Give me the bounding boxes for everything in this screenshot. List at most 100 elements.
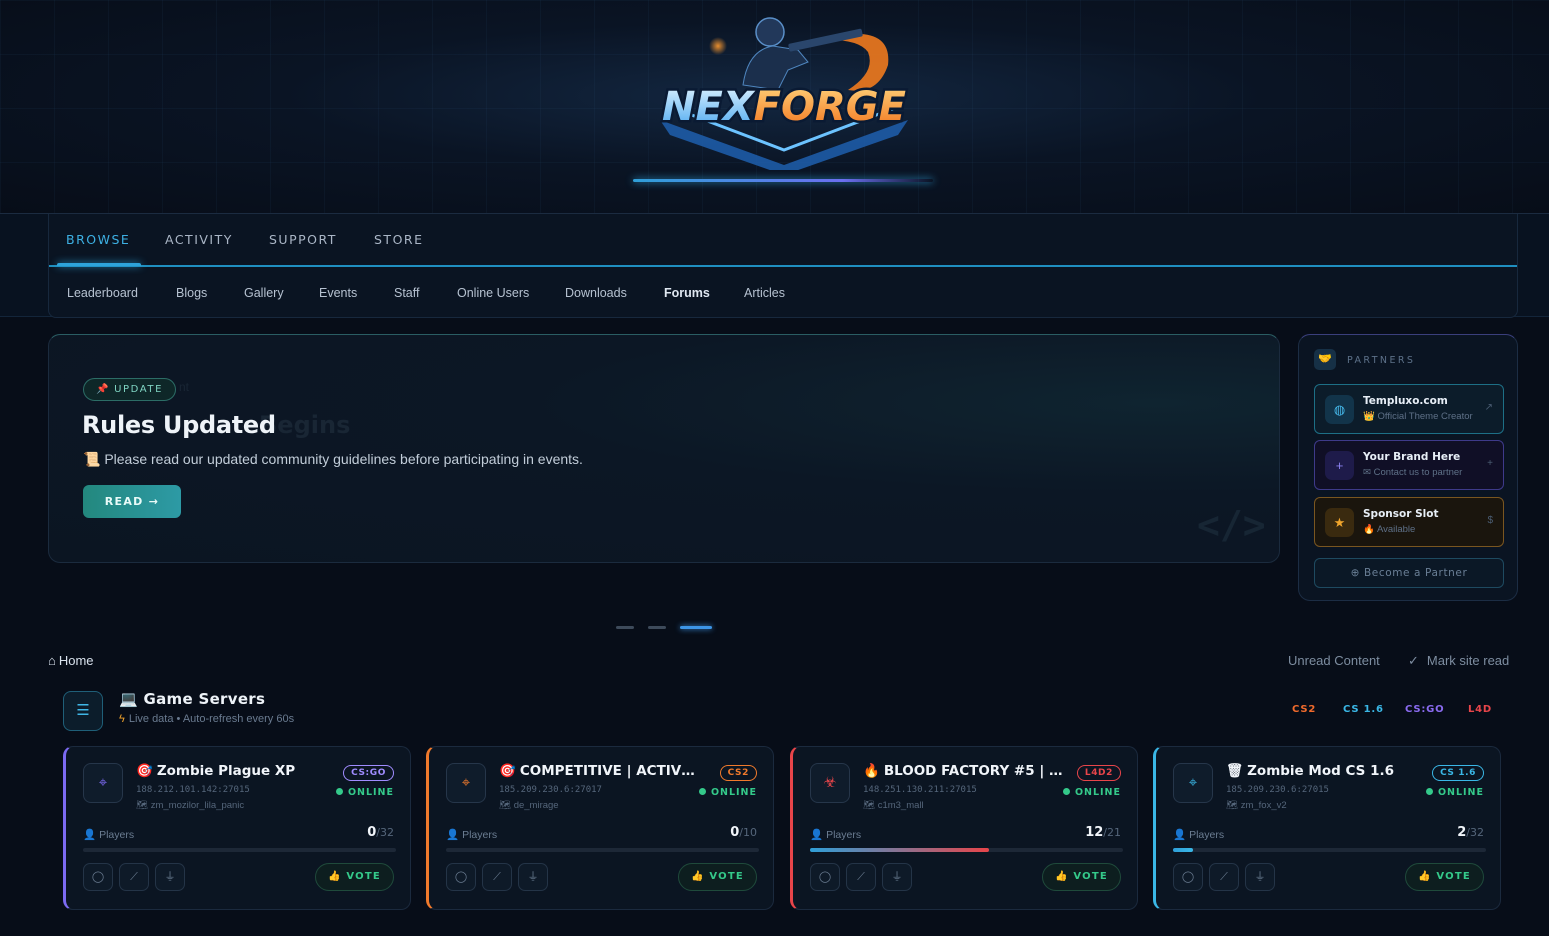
- partner-card-your-brand[interactable]: + Your Brand Here ✉ Contact us to partne…: [1314, 440, 1504, 490]
- vote-button[interactable]: 👍 VOTE: [678, 863, 757, 891]
- nexforge-logo[interactable]: NEXFORGE: [648, 10, 920, 170]
- map-icon: 🗺: [863, 800, 878, 811]
- chart-icon[interactable]: ⟋: [482, 863, 512, 891]
- server-name: 🎯COMPETITIVE | ACTIVE PLAYERS: [499, 763, 699, 779]
- user-icon: 👤: [446, 829, 460, 841]
- nav-online-users[interactable]: Online Users: [457, 286, 529, 300]
- tab-activity[interactable]: ACTIVITY: [165, 232, 233, 247]
- hero-header: NEXFORGE: [0, 0, 1549, 214]
- unread-content-link[interactable]: Unread Content: [1288, 653, 1380, 668]
- nav-blogs[interactable]: Blogs: [176, 286, 207, 300]
- player-count: 2/32: [1457, 825, 1484, 840]
- player-progress-bar: [1173, 848, 1486, 852]
- svg-text:NEXFORGE: NEXFORGE: [662, 84, 906, 130]
- partner-subtitle: 👑 Official Theme Creator: [1363, 411, 1473, 422]
- thumbs-up-icon: 👍: [691, 871, 710, 882]
- partner-name: Sponsor Slot: [1363, 508, 1439, 520]
- player-count: 12/21: [1085, 825, 1121, 840]
- mark-site-read-link[interactable]: ✓ Mark site read: [1408, 653, 1509, 669]
- logo-underline: [633, 179, 933, 182]
- vote-button[interactable]: 👍 VOTE: [315, 863, 394, 891]
- game-icon: ☣: [810, 763, 850, 803]
- tab-browse[interactable]: BROWSE: [66, 232, 130, 247]
- map-icon: 🗺: [499, 800, 514, 811]
- arrow-right-icon: →: [148, 495, 160, 508]
- vote-button[interactable]: 👍 VOTE: [1042, 863, 1121, 891]
- server-map: 🗺 c1m3_mall: [863, 800, 924, 811]
- slide-dot[interactable]: [616, 626, 634, 629]
- nav-staff[interactable]: Staff: [394, 286, 419, 300]
- vote-button[interactable]: 👍 VOTE: [1405, 863, 1484, 891]
- plug-icon[interactable]: ⏚: [518, 863, 548, 891]
- chat-icon[interactable]: ◯: [83, 863, 113, 891]
- read-button[interactable]: READ →: [83, 485, 181, 518]
- status-online: ONLINE: [1425, 787, 1484, 798]
- server-ip[interactable]: 188.212.101.142:27015: [136, 785, 250, 795]
- player-count: 0/10: [730, 825, 757, 840]
- user-icon: 👤: [83, 829, 97, 841]
- thumbs-up-icon: 👍: [1418, 871, 1437, 882]
- nav-forums[interactable]: Forums: [664, 286, 710, 300]
- plug-icon[interactable]: ⏚: [1245, 863, 1275, 891]
- chat-icon[interactable]: ◯: [446, 863, 476, 891]
- game-badge: CS 1.6: [1432, 765, 1484, 781]
- update-pill: 📌 UPDATE: [83, 378, 177, 401]
- player-progress-fill: [810, 848, 989, 852]
- filter-l4d[interactable]: L4D: [1468, 704, 1492, 715]
- status-online: ONLINE: [698, 787, 757, 798]
- chart-icon[interactable]: ⟋: [846, 863, 876, 891]
- filter-cs16[interactable]: CS 1.6: [1343, 704, 1384, 715]
- banner-description: 📜 Please read our updated community guid…: [83, 451, 583, 467]
- slide-dot[interactable]: [648, 626, 666, 629]
- server-card[interactable]: ⌖ 🗑 Zombie Mod CS 1.6 185.209.230.6:27015 🗺 …: [1153, 746, 1501, 910]
- server-map: 🗺 zm_fox_v2: [1226, 800, 1287, 811]
- server-ip[interactable]: 148.251.130.211:27015: [863, 785, 977, 795]
- banner-title: Rules Updated: [82, 411, 276, 439]
- map-icon: 🗺: [136, 800, 151, 811]
- game-icon: ⌖: [446, 763, 486, 803]
- chart-icon[interactable]: ⟋: [1209, 863, 1239, 891]
- player-progress-bar: [83, 848, 396, 852]
- chat-icon[interactable]: ◯: [810, 863, 840, 891]
- server-ip[interactable]: 185.209.230.6:27015: [1226, 785, 1329, 795]
- slide-dot-active[interactable]: [680, 626, 712, 629]
- partner-card-sponsor[interactable]: ★ Sponsor Slot 🔥 Available $: [1314, 497, 1504, 547]
- breadcrumb[interactable]: ⌂ Home: [48, 653, 94, 668]
- tab-support[interactable]: SUPPORT: [269, 232, 337, 247]
- game-icon: ⌖: [83, 763, 123, 803]
- server-name: 🔥BLOOD FACTORY #5 | SURVIVAL: [863, 763, 1063, 779]
- player-progress-fill: [1173, 848, 1193, 852]
- become-partner-button[interactable]: ⊕ Become a Partner: [1314, 558, 1504, 588]
- server-card[interactable]: ⌖ 🎯 Zombie Plague XP 188.212.101.142:27015 🗺…: [63, 746, 411, 910]
- player-progress-bar: [810, 848, 1123, 852]
- status-dot: [698, 788, 706, 795]
- chart-icon[interactable]: ⟋: [119, 863, 149, 891]
- server-card[interactable]: ☣ 🔥BLOOD FACTORY #5 | SURVIVAL 148.251.130…: [790, 746, 1138, 910]
- thumbs-up-icon: 👍: [328, 871, 347, 882]
- nav-downloads[interactable]: Downloads: [565, 286, 627, 300]
- partners-heading: PARTNERS: [1347, 355, 1416, 366]
- nav-gallery[interactable]: Gallery: [244, 286, 284, 300]
- partner-card-templuxo[interactable]: ◍ Templuxo.com 👑 Official Theme Creator …: [1314, 384, 1504, 434]
- server-ip[interactable]: 185.209.230.6:27017: [499, 785, 602, 795]
- filter-cs2[interactable]: CS2: [1292, 704, 1316, 715]
- plus-small-icon: +: [1487, 458, 1493, 469]
- filter-csgo[interactable]: CS:GO: [1405, 704, 1444, 715]
- partner-subtitle: ✉ Contact us to partner: [1363, 467, 1463, 478]
- chat-icon[interactable]: ◯: [1173, 863, 1203, 891]
- fading-slide-text: nt: [179, 380, 190, 394]
- game-icon: ⌖: [1173, 763, 1213, 803]
- thumbs-up-icon: 👍: [1055, 871, 1074, 882]
- server-card[interactable]: ⌖ 🎯COMPETITIVE | ACTIVE PLAYERS 185.209.23…: [426, 746, 774, 910]
- check-icon: ✓: [1408, 653, 1419, 668]
- nav-events[interactable]: Events: [319, 286, 357, 300]
- plug-icon[interactable]: ⏚: [155, 863, 185, 891]
- nav-articles[interactable]: Articles: [744, 286, 785, 300]
- player-count: 0/32: [367, 825, 394, 840]
- nav-leaderboard[interactable]: Leaderboard: [67, 286, 138, 300]
- tab-store[interactable]: STORE: [374, 232, 424, 247]
- status-online: ONLINE: [335, 787, 394, 798]
- nav-secondary: Leaderboard Blogs Gallery Events Staff O…: [49, 267, 1517, 317]
- plug-icon[interactable]: ⏚: [882, 863, 912, 891]
- players-label: 👤 Players: [1173, 829, 1225, 841]
